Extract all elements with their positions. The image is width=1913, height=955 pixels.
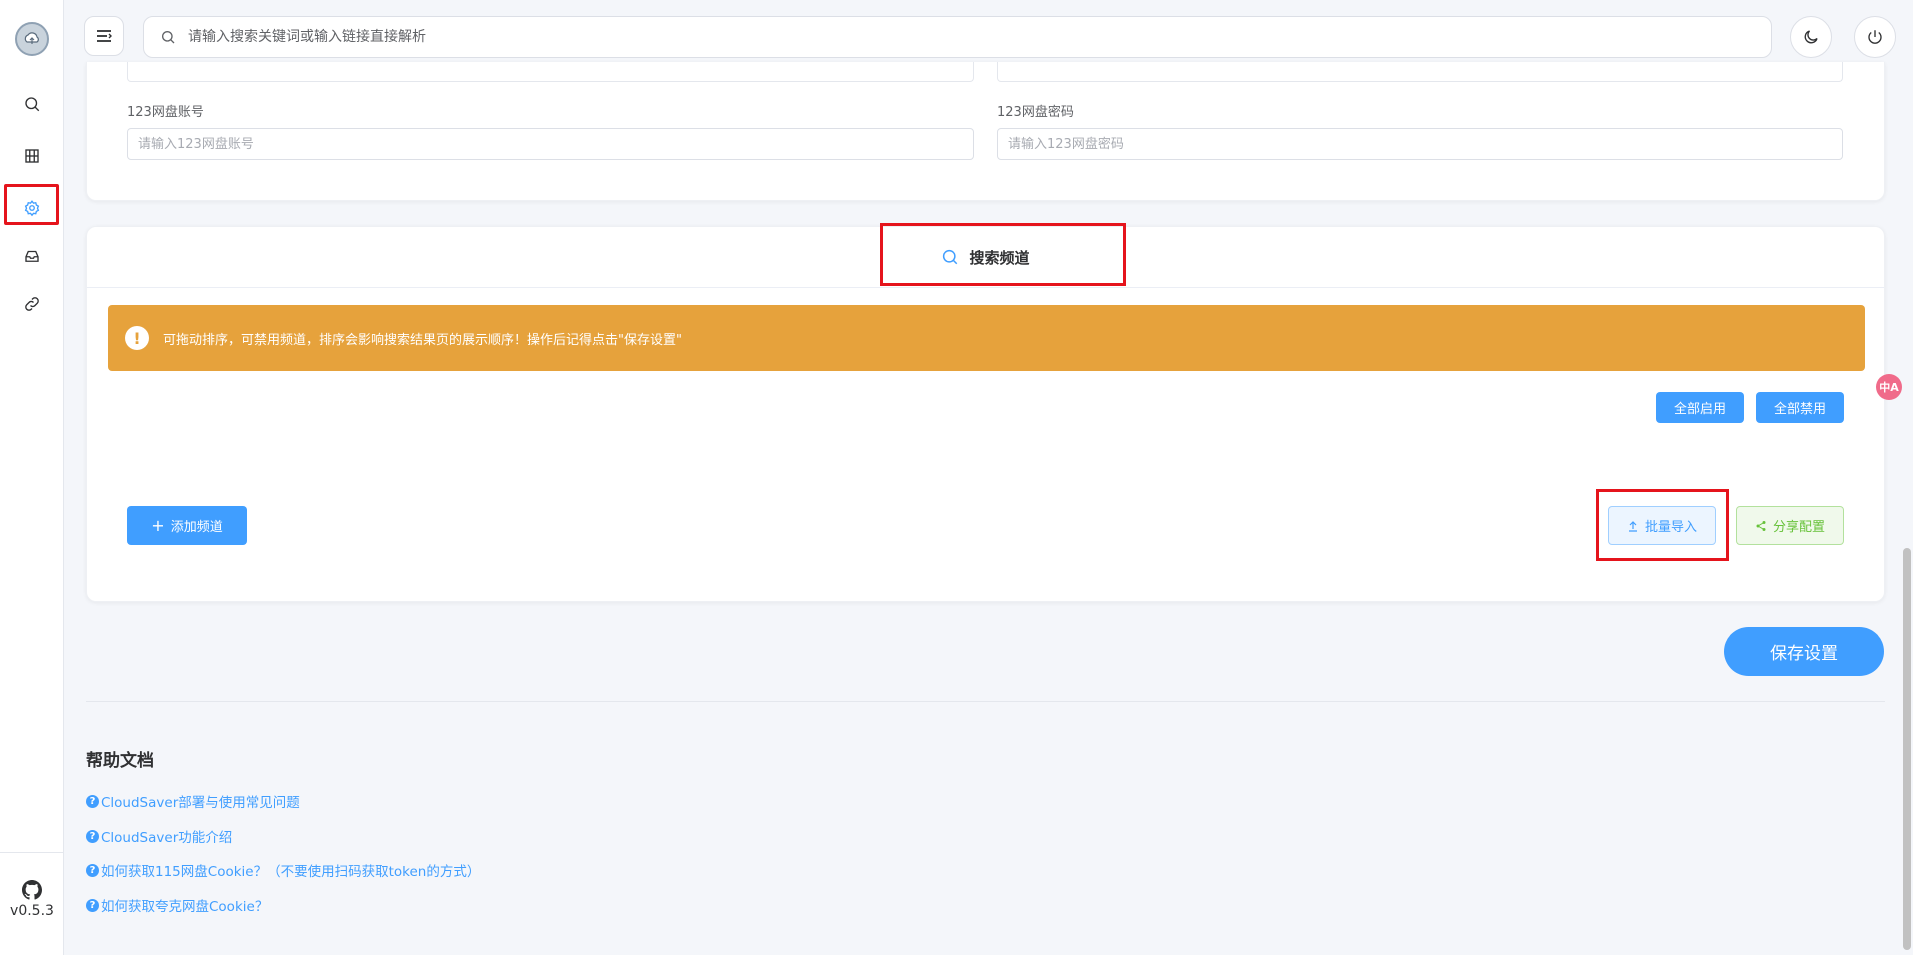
add-channel-button[interactable]: + 添加频道 (127, 506, 247, 545)
dark-mode-button[interactable] (1790, 16, 1832, 58)
share-config-button[interactable]: 分享配置 (1736, 506, 1844, 545)
question-icon: ? (86, 829, 99, 843)
help-link-features[interactable]: ? CloudSaver功能介绍 (86, 826, 232, 846)
help-link-115-cookie[interactable]: ? 如何获取115网盘Cookie？（不要使用扫码获取token的方式） (86, 860, 480, 880)
share-config-label: 分享配置 (1772, 520, 1825, 535)
menu-toggle-button[interactable] (84, 16, 124, 56)
app-logo[interactable] (15, 22, 49, 56)
page-scrollbar[interactable] (1903, 548, 1911, 950)
question-icon: ? (86, 898, 99, 912)
help-link-text: 如何获取夸克网盘Cookie？ (101, 899, 269, 915)
search-input[interactable] (186, 28, 1690, 46)
title-highlight-box (880, 223, 1126, 286)
alert-text: 可拖动排序，可禁用频道，排序会影响搜索结果页的展示顺序！操作后记得点击"保存设置… (163, 332, 682, 348)
sidebar-item-settings[interactable] (12, 188, 52, 228)
gear-icon (24, 200, 40, 217)
import-highlight-box (1596, 489, 1729, 561)
disable-all-button[interactable]: 全部禁用 (1756, 392, 1844, 423)
version-label: v0.5.3 (10, 903, 54, 919)
sidebar: v0.5.3 (0, 0, 64, 955)
pan123-account-label: 123网盘账号 (127, 105, 204, 120)
question-icon: ? (86, 794, 99, 808)
help-link-text: CloudSaver部署与使用常见问题 (101, 795, 300, 811)
pan123-password-input[interactable] (997, 128, 1843, 160)
save-settings-button[interactable]: 保存设置 (1724, 627, 1884, 676)
pan123-account-input[interactable] (127, 128, 974, 160)
cloud-icon (24, 32, 39, 44)
help-link-quark-cookie[interactable]: ? 如何获取夸克网盘Cookie？ (86, 895, 268, 915)
share-icon (1756, 520, 1766, 531)
sidebar-item-inbox[interactable] (12, 236, 52, 276)
plus-icon: + (151, 516, 165, 535)
search-icon (25, 97, 40, 112)
logout-button[interactable] (1854, 16, 1896, 58)
sidebar-item-movies[interactable] (12, 136, 52, 176)
search-icon (162, 31, 175, 44)
divider (86, 701, 1885, 702)
sidebar-item-links[interactable] (12, 284, 52, 324)
film-icon (25, 149, 39, 163)
sidebar-item-search[interactable] (12, 84, 52, 124)
translate-icon: 中A (1876, 374, 1902, 400)
menu-icon (97, 30, 112, 42)
enable-all-button[interactable]: 全部启用 (1656, 392, 1744, 423)
link-icon (25, 297, 39, 311)
power-icon (1868, 30, 1882, 44)
search-bar (143, 16, 1772, 58)
translate-widget[interactable]: 中A (1876, 372, 1913, 402)
add-channel-label: 添加频道 (170, 520, 223, 535)
previous-input-left[interactable] (127, 62, 974, 82)
github-icon[interactable] (22, 880, 42, 900)
help-link-text: 如何获取115网盘Cookie？（不要使用扫码获取token的方式） (101, 864, 481, 880)
previous-input-right[interactable] (997, 62, 1843, 82)
moon-icon (1804, 30, 1818, 44)
help-link-faq[interactable]: ? CloudSaver部署与使用常见问题 (86, 791, 300, 811)
sidebar-divider (0, 852, 63, 853)
question-icon: ? (86, 863, 99, 877)
help-link-text: CloudSaver功能介绍 (101, 830, 233, 846)
pan123-password-label: 123网盘密码 (997, 105, 1074, 120)
warning-icon: ! (125, 326, 149, 350)
help-docs-title: 帮助文档 (86, 751, 154, 771)
inbox-icon (25, 250, 39, 262)
channels-warning-alert: ! 可拖动排序，可禁用频道，排序会影响搜索结果页的展示顺序！操作后记得点击"保存… (108, 305, 1865, 371)
